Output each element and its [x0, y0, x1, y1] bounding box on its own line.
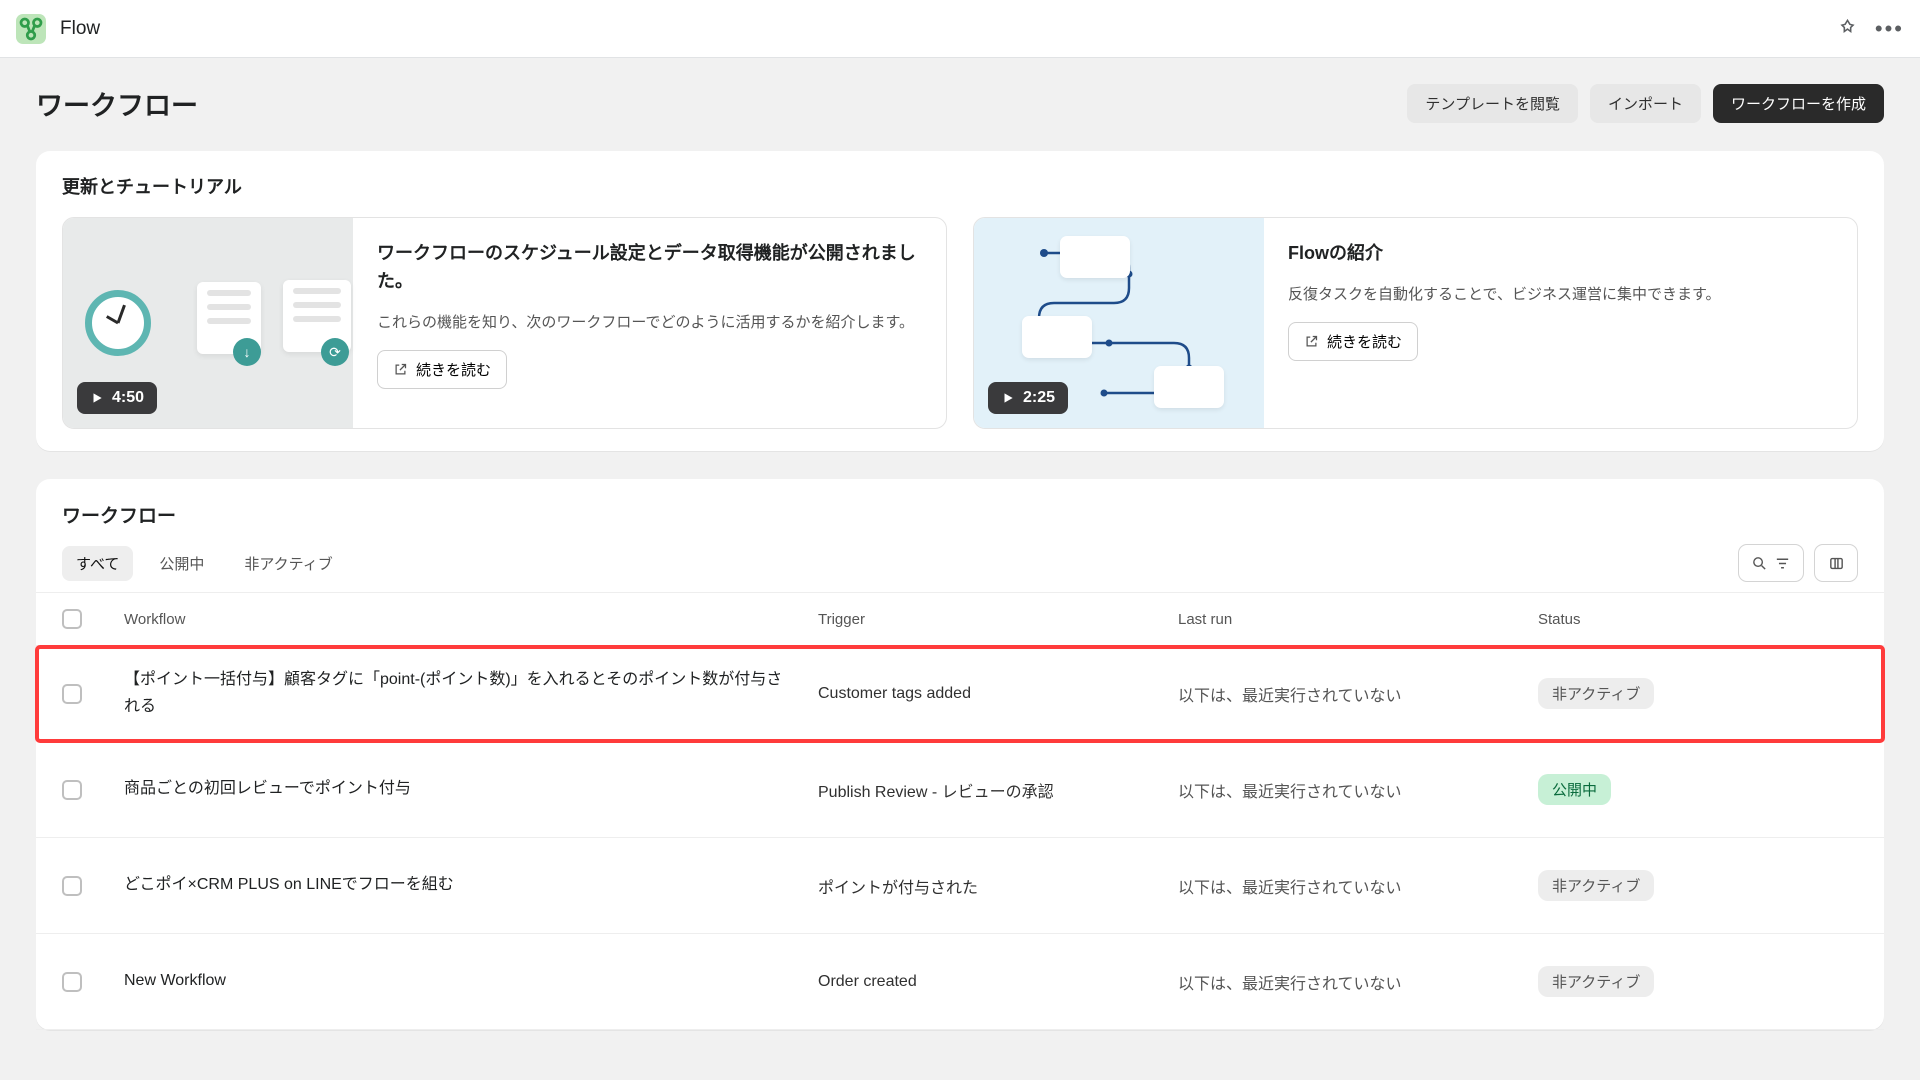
- more-menu-icon[interactable]: •••: [1875, 18, 1904, 40]
- tutorial-card-intro[interactable]: 2:25 Flowの紹介 反復タスクを自動化することで、ビジネス運営に集中できま…: [973, 217, 1858, 429]
- col-status[interactable]: Status: [1538, 611, 1858, 628]
- workflows-panel: ワークフロー すべて 公開中 非アクティブ Workflow: [36, 479, 1884, 1030]
- workflow-trigger: Order created: [818, 973, 1178, 991]
- tutorial-body: Flowの紹介 反復タスクを自動化することで、ビジネス運営に集中できます。 続き…: [1264, 218, 1857, 428]
- flow-node-icon: [1060, 236, 1130, 278]
- workflow-status: 非アクティブ: [1538, 870, 1858, 901]
- row-checkbox[interactable]: [62, 972, 82, 992]
- page-title: ワークフロー: [36, 84, 198, 123]
- tutorial-desc: 反復タスクを自動化することで、ビジネス運営に集中できます。: [1288, 282, 1833, 308]
- topbar: Flow •••: [0, 0, 1920, 58]
- tab-published[interactable]: 公開中: [145, 546, 218, 581]
- status-badge: 非アクティブ: [1538, 678, 1654, 709]
- create-workflow-button[interactable]: ワークフローを作成: [1713, 84, 1884, 123]
- external-link-icon: [393, 362, 408, 377]
- page-header: ワークフロー テンプレートを閲覧 インポート ワークフローを作成: [36, 84, 1884, 123]
- header-actions: テンプレートを閲覧 インポート ワークフローを作成: [1407, 84, 1884, 123]
- row-checkbox[interactable]: [62, 684, 82, 704]
- external-link-icon: [1304, 334, 1319, 349]
- duration-badge: 2:25: [988, 382, 1068, 414]
- workflow-name: New Workflow: [124, 968, 818, 994]
- topbar-right: •••: [1838, 18, 1904, 40]
- workflow-status: 非アクティブ: [1538, 966, 1858, 997]
- select-all-checkbox[interactable]: [62, 609, 82, 629]
- pin-icon[interactable]: [1838, 18, 1857, 40]
- workflow-tabs-row: すべて 公開中 非アクティブ: [36, 544, 1884, 592]
- table-row[interactable]: どこポイ×CRM PLUS on LINEでフローを組むポイントが付与された以下…: [36, 838, 1884, 934]
- columns-button[interactable]: [1814, 544, 1858, 582]
- refresh-icon: ⟳: [321, 338, 349, 366]
- tab-inactive[interactable]: 非アクティブ: [230, 546, 346, 581]
- col-workflow[interactable]: Workflow: [124, 611, 818, 628]
- workflows-head: ワークフロー: [36, 479, 1884, 528]
- workflow-trigger: ポイントが付与された: [818, 874, 1178, 898]
- table-header-row: Workflow Trigger Last run Status: [36, 592, 1884, 646]
- tutorial-thumbnail: ↓ ⟳ 4:50: [63, 218, 353, 428]
- row-checkbox[interactable]: [62, 876, 82, 896]
- workflow-name: 【ポイント一括付与】顧客タグに「point-(ポイント数)」を入れるとそのポイン…: [124, 667, 818, 720]
- read-more-label: 続きを読む: [416, 359, 491, 380]
- workflow-name: 商品ごとの初回レビューでポイント付与: [124, 776, 818, 802]
- tutorials-heading: 更新とチュートリアル: [62, 173, 1858, 199]
- tutorial-body: ワークフローのスケジュール設定とデータ取得機能が公開されました。 これらの機能を…: [353, 218, 946, 428]
- app-title: Flow: [60, 18, 100, 40]
- workflow-trigger: Customer tags added: [818, 685, 1178, 703]
- workflow-lastrun: 以下は、最近実行されていない: [1178, 682, 1538, 706]
- page: ワークフロー テンプレートを閲覧 インポート ワークフローを作成 更新とチュート…: [0, 58, 1920, 1056]
- table-row[interactable]: 商品ごとの初回レビューでポイント付与Publish Review - レビューの…: [36, 742, 1884, 838]
- workflow-lastrun: 以下は、最近実行されていない: [1178, 874, 1538, 898]
- duration-text: 4:50: [112, 389, 144, 407]
- tutorial-desc: これらの機能を知り、次のワークフローでどのように活用するかを紹介します。: [377, 310, 922, 336]
- tutorials-panel: 更新とチュートリアル ↓ ⟳ 4:50: [36, 151, 1884, 451]
- flow-node-icon: [1022, 316, 1092, 358]
- workflow-status: 非アクティブ: [1538, 678, 1858, 709]
- row-checkbox[interactable]: [62, 780, 82, 800]
- tutorial-thumbnail: 2:25: [974, 218, 1264, 428]
- play-icon: [90, 391, 104, 405]
- search-icon: [1751, 555, 1768, 572]
- table-row[interactable]: 【ポイント一括付与】顧客タグに「point-(ポイント数)」を入れるとそのポイン…: [36, 646, 1884, 742]
- tutorials-row: ↓ ⟳ 4:50 ワークフローのスケジュール設定とデータ取得機能が公開されました…: [62, 217, 1858, 429]
- workflow-trigger: Publish Review - レビューの承認: [818, 778, 1178, 802]
- tutorial-card-scheduling[interactable]: ↓ ⟳ 4:50 ワークフローのスケジュール設定とデータ取得機能が公開されました…: [62, 217, 947, 429]
- clock-icon: [85, 290, 151, 356]
- status-badge: 公開中: [1538, 774, 1611, 805]
- columns-icon: [1828, 555, 1845, 572]
- tab-all[interactable]: すべて: [62, 546, 133, 581]
- read-more-button[interactable]: 続きを読む: [1288, 322, 1418, 361]
- workflow-name: どこポイ×CRM PLUS on LINEでフローを組む: [124, 872, 818, 898]
- workflow-lastrun: 以下は、最近実行されていない: [1178, 778, 1538, 802]
- tutorial-title: ワークフローのスケジュール設定とデータ取得機能が公開されました。: [377, 240, 922, 296]
- read-more-label: 続きを読む: [1327, 331, 1402, 352]
- import-button[interactable]: インポート: [1590, 84, 1701, 123]
- workflow-status: 公開中: [1538, 774, 1858, 805]
- templates-button[interactable]: テンプレートを閲覧: [1407, 84, 1578, 123]
- duration-text: 2:25: [1023, 389, 1055, 407]
- duration-badge: 4:50: [77, 382, 157, 414]
- play-icon: [1001, 391, 1015, 405]
- filter-icon: [1774, 555, 1791, 572]
- read-more-button[interactable]: 続きを読む: [377, 350, 507, 389]
- status-badge: 非アクティブ: [1538, 870, 1654, 901]
- table-tools: [1738, 544, 1858, 582]
- col-lastrun[interactable]: Last run: [1178, 611, 1538, 628]
- workflows-heading: ワークフロー: [62, 501, 1858, 528]
- search-sort-button[interactable]: [1738, 544, 1804, 582]
- app-icon: [16, 14, 46, 44]
- workflow-tabs: すべて 公開中 非アクティブ: [62, 546, 347, 581]
- flow-node-icon: [1154, 366, 1224, 408]
- status-badge: 非アクティブ: [1538, 966, 1654, 997]
- col-trigger[interactable]: Trigger: [818, 611, 1178, 628]
- download-icon: ↓: [233, 338, 261, 366]
- tutorial-title: Flowの紹介: [1288, 240, 1833, 268]
- table-row[interactable]: New WorkflowOrder created以下は、最近実行されていない非…: [36, 934, 1884, 1030]
- workflow-table: Workflow Trigger Last run Status 【ポイント一括…: [36, 592, 1884, 1030]
- topbar-left: Flow: [16, 14, 100, 44]
- workflow-lastrun: 以下は、最近実行されていない: [1178, 970, 1538, 994]
